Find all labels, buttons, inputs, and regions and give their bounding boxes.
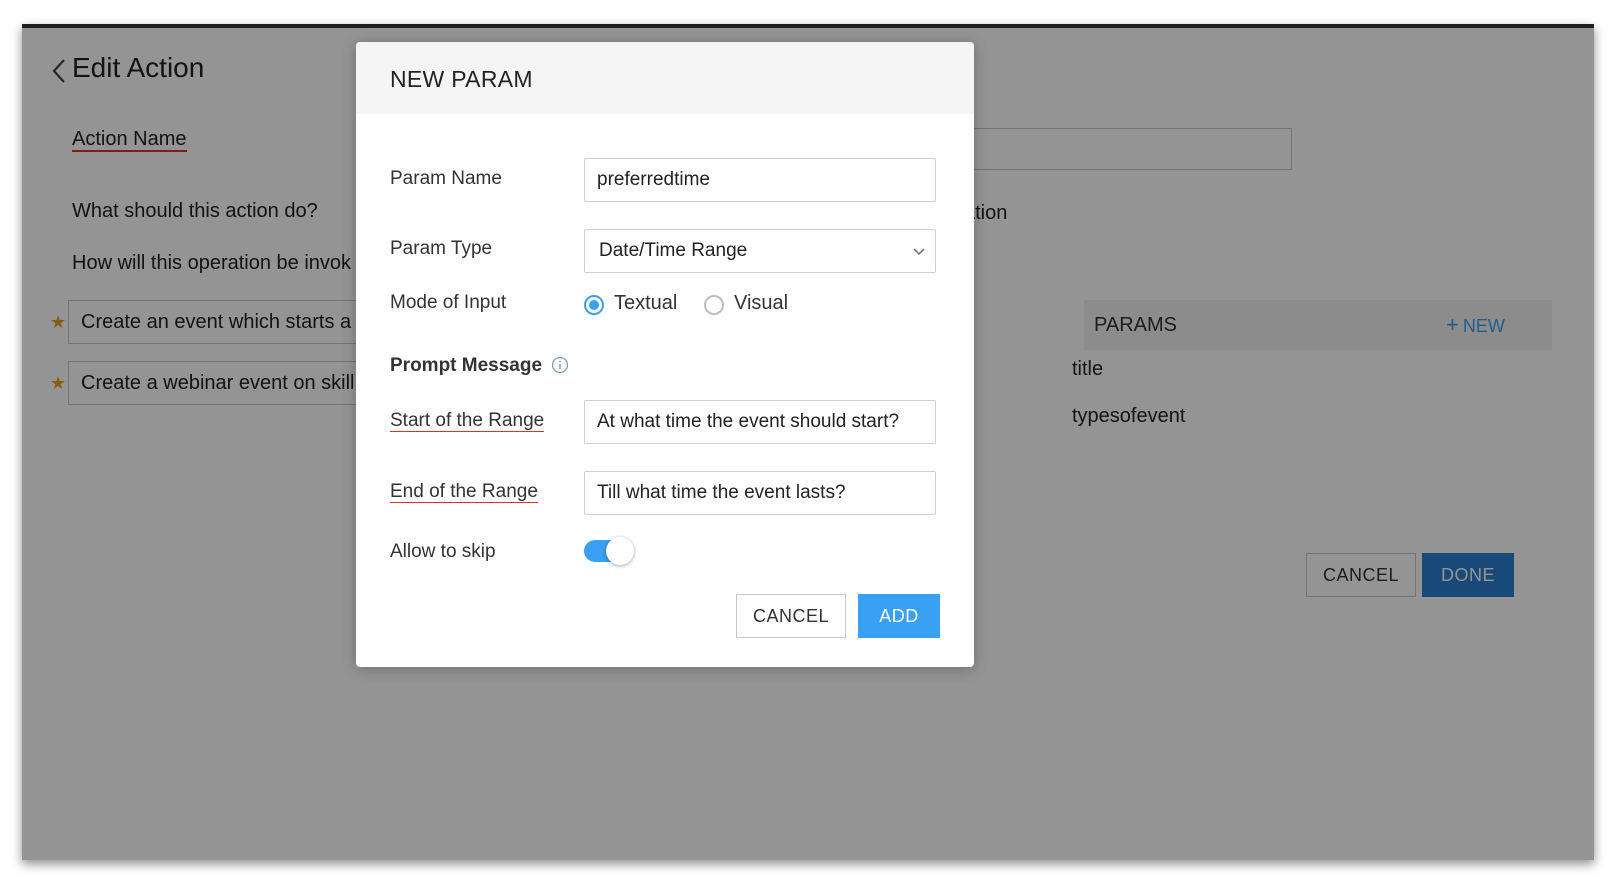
param-type-select[interactable]: Date/Time Range	[584, 229, 936, 273]
add-button[interactable]: ADD	[858, 594, 940, 638]
dialog-cancel-button[interactable]: CANCEL	[736, 594, 846, 638]
radio-visual[interactable]	[704, 295, 724, 315]
radio-textual-label[interactable]: Textual	[614, 292, 677, 315]
start-range-input[interactable]: At what time the event should start?	[584, 400, 936, 444]
dialog-header: NEW PARAM	[356, 42, 974, 114]
chevron-down-icon	[913, 248, 925, 255]
param-type-value: Date/Time Range	[599, 240, 748, 261]
prompt-message-label: Prompt Message	[390, 355, 569, 377]
info-icon[interactable]	[551, 356, 569, 374]
radio-textual[interactable]	[584, 295, 604, 315]
param-name-input[interactable]: preferredtime	[584, 158, 936, 202]
new-param-dialog: NEW PARAM Param Name preferredtime Param…	[356, 42, 974, 667]
start-range-label: Start of the Range	[390, 410, 545, 432]
dialog-title: NEW PARAM	[390, 66, 533, 92]
allow-skip-toggle[interactable]	[584, 537, 634, 565]
allow-skip-label: Allow to skip	[390, 541, 496, 562]
end-range-label: End of the Range	[390, 481, 538, 503]
param-name-label: Param Name	[390, 168, 502, 189]
mode-of-input-label: Mode of Input	[390, 292, 507, 313]
radio-visual-label[interactable]: Visual	[734, 292, 788, 315]
end-range-input[interactable]: Till what time the event lasts?	[584, 471, 936, 515]
param-type-label: Param Type	[390, 238, 493, 259]
toggle-knob	[606, 537, 634, 565]
